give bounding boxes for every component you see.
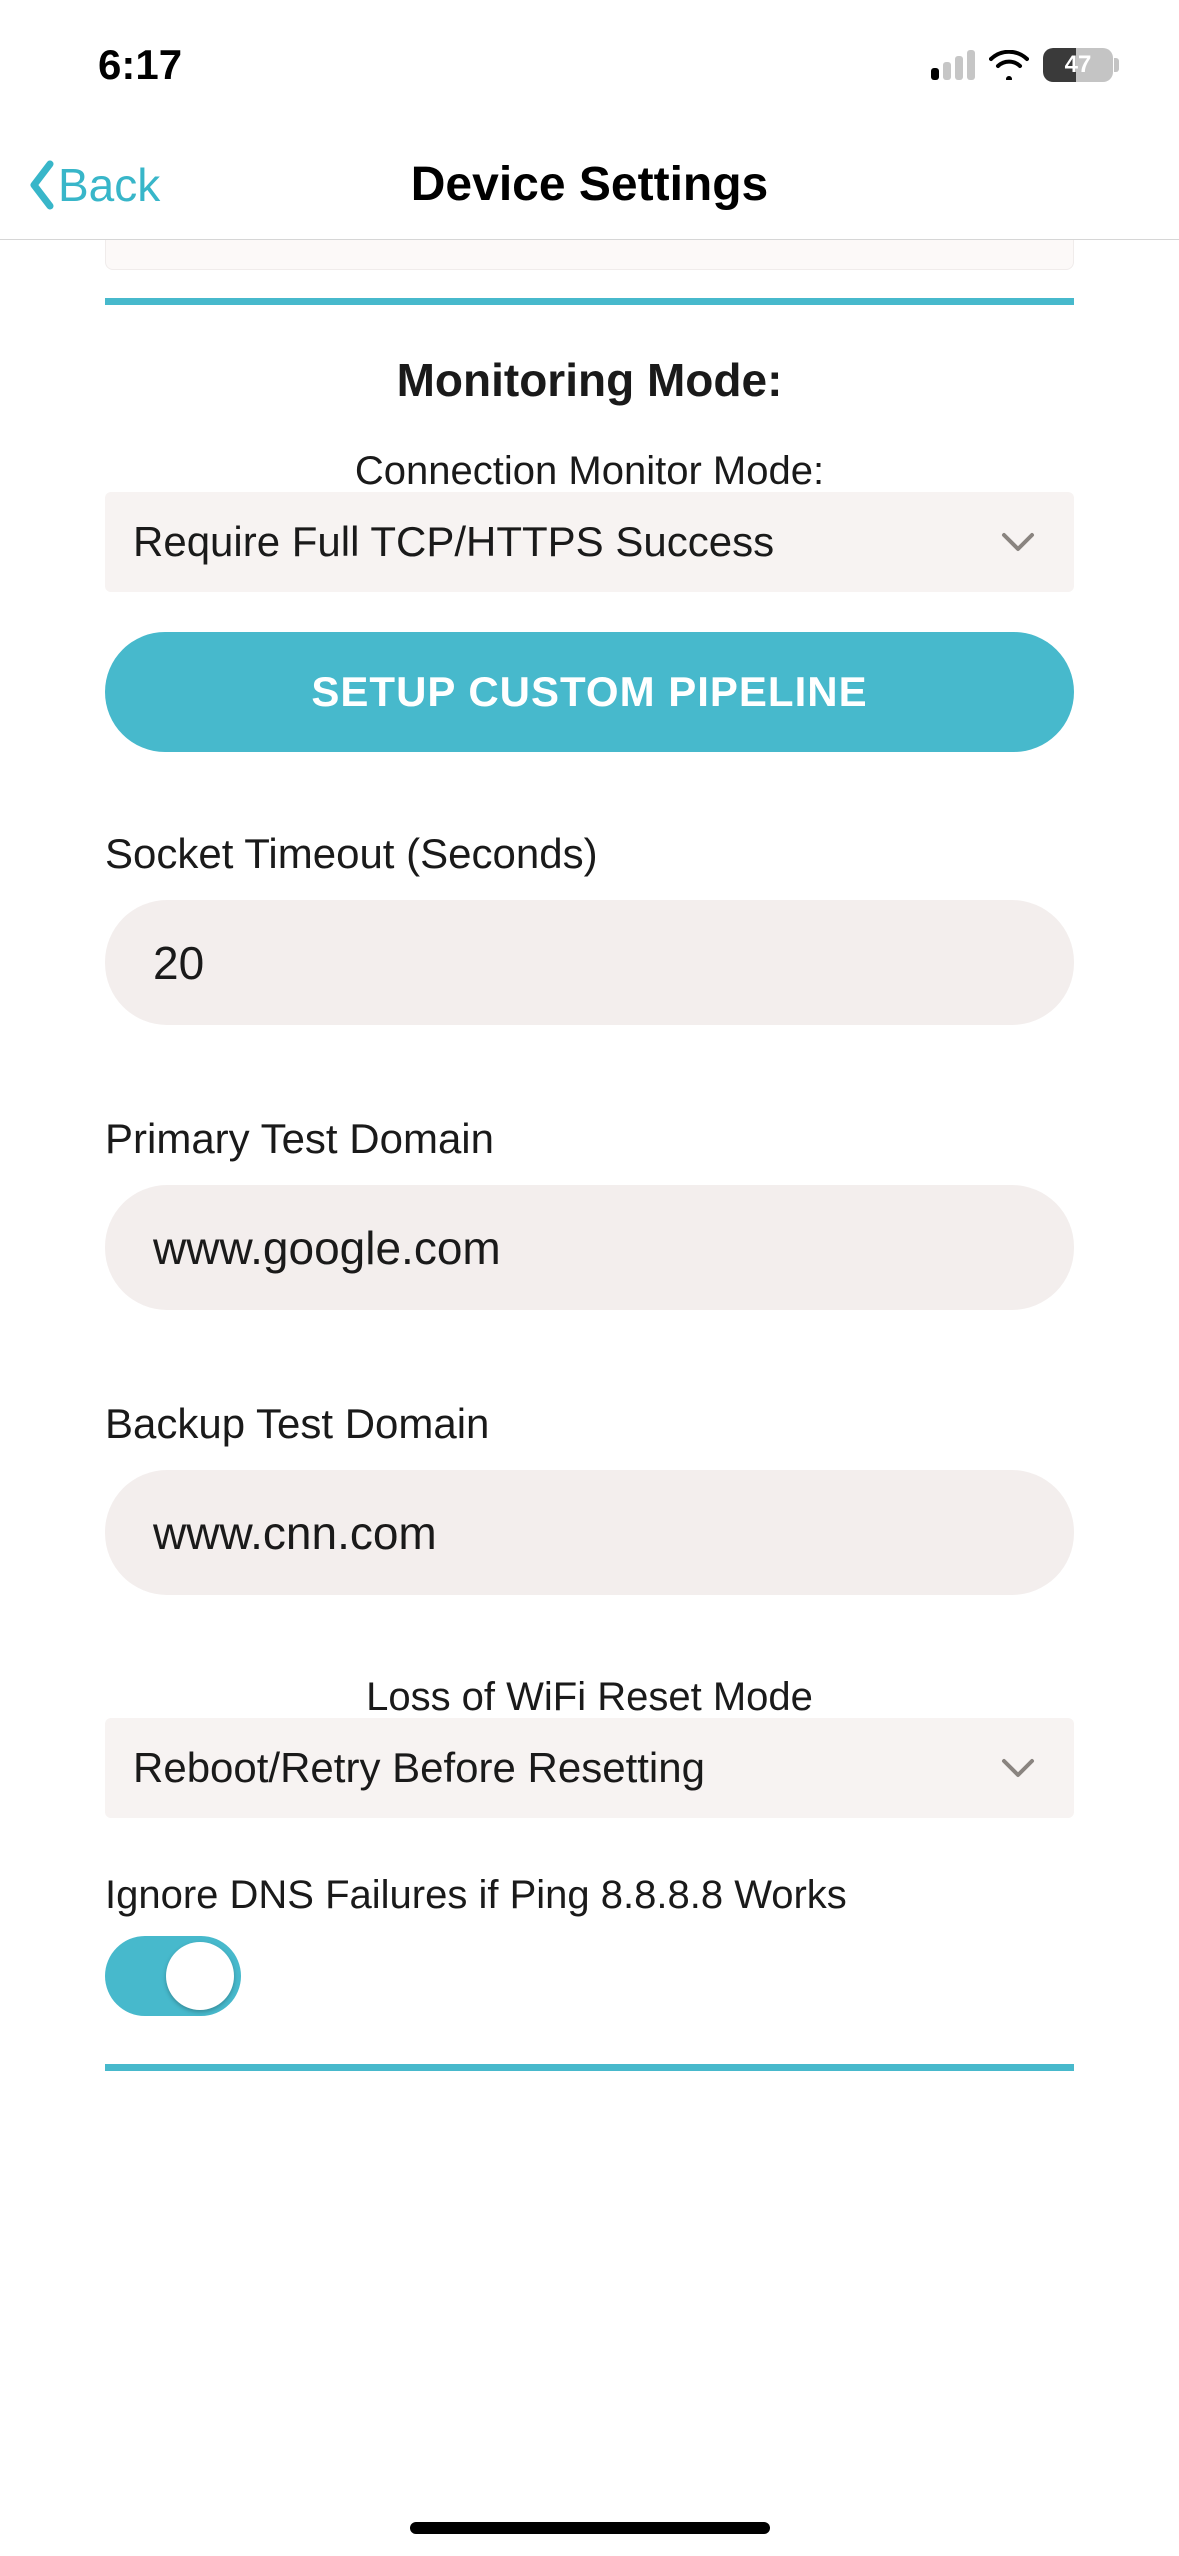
socket-timeout-input[interactable]: 20: [105, 900, 1074, 1025]
setup-custom-pipeline-label: SETUP CUSTOM PIPELINE: [311, 668, 867, 716]
wifi-reset-mode-select[interactable]: Reboot/Retry Before Resetting: [105, 1718, 1074, 1818]
nav-bar: Back Device Settings: [0, 130, 1179, 240]
wifi-reset-mode-value: Reboot/Retry Before Resetting: [133, 1744, 705, 1792]
primary-test-domain-input[interactable]: www.google.com: [105, 1185, 1074, 1310]
socket-timeout-label: Socket Timeout (Seconds): [105, 830, 1074, 878]
chevron-down-icon: [1000, 530, 1036, 554]
section-divider: [105, 298, 1074, 305]
status-time: 6:17: [98, 41, 182, 89]
wifi-reset-mode-label: Loss of WiFi Reset Mode: [105, 1675, 1074, 1720]
status-bar: 6:17 47: [0, 0, 1179, 130]
battery-level: 47: [1065, 51, 1092, 79]
socket-timeout-value: 20: [153, 936, 204, 990]
status-right: 47: [931, 48, 1119, 82]
setup-custom-pipeline-button[interactable]: SETUP CUSTOM PIPELINE: [105, 632, 1074, 752]
back-button[interactable]: Back: [26, 130, 160, 239]
connection-monitor-label: Connection Monitor Mode:: [105, 449, 1074, 494]
backup-test-domain-input[interactable]: www.cnn.com: [105, 1470, 1074, 1595]
ignore-dns-failures-toggle[interactable]: [105, 1936, 241, 2016]
toggle-knob: [166, 1942, 234, 2010]
content: Monitoring Mode: Connection Monitor Mode…: [0, 240, 1179, 2556]
primary-test-domain-label: Primary Test Domain: [105, 1115, 1074, 1163]
monitoring-mode-title: Monitoring Mode:: [105, 353, 1074, 407]
primary-test-domain-value: www.google.com: [153, 1221, 501, 1275]
ignore-dns-failures-label: Ignore DNS Failures if Ping 8.8.8.8 Work…: [105, 1873, 1074, 1918]
connection-monitor-select[interactable]: Require Full TCP/HTTPS Success: [105, 492, 1074, 592]
page-title: Device Settings: [411, 157, 768, 212]
previous-card-edge: [105, 240, 1074, 270]
battery-icon: 47: [1043, 48, 1119, 82]
home-indicator[interactable]: [410, 2522, 770, 2534]
backup-test-domain-label: Backup Test Domain: [105, 1400, 1074, 1448]
connection-monitor-value: Require Full TCP/HTTPS Success: [133, 518, 774, 566]
backup-test-domain-value: www.cnn.com: [153, 1506, 437, 1560]
chevron-down-icon: [1000, 1756, 1036, 1780]
chevron-left-icon: [26, 160, 58, 210]
back-label: Back: [58, 158, 160, 212]
wifi-icon: [989, 50, 1029, 80]
section-divider: [105, 2064, 1074, 2071]
cellular-signal-icon: [931, 50, 975, 80]
